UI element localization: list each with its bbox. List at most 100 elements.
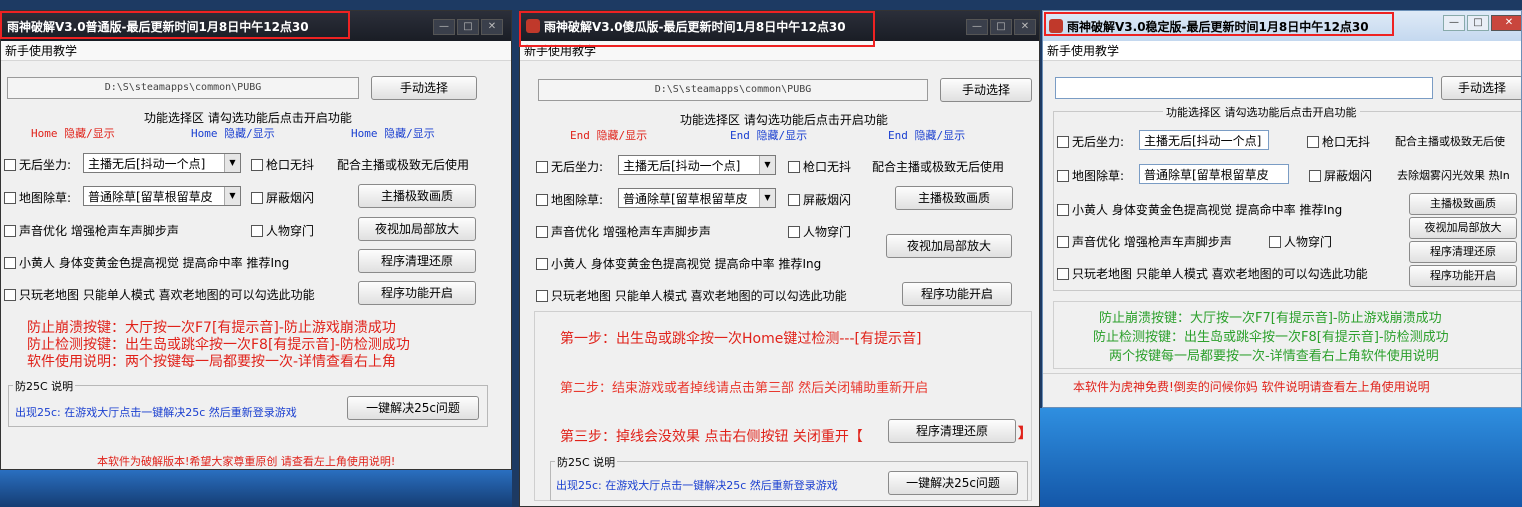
grass-dropdown[interactable]: 普通除草[留草根留草皮 ▼: [83, 186, 241, 206]
menu-tutorial[interactable]: 新手使用教学: [5, 44, 77, 58]
option-old-map[interactable]: 只玩老地图 只能单人模式 喜欢老地图的可以勾选此功能: [536, 287, 847, 304]
option-grass[interactable]: 地图除草:: [4, 189, 71, 206]
option-wallhack[interactable]: 人物穿门: [1269, 233, 1332, 250]
option-no-sway[interactable]: 枪口无抖: [251, 156, 314, 173]
option-sound[interactable]: 声音优化 增强枪声车声脚步声: [536, 223, 711, 240]
checkbox[interactable]: [536, 161, 548, 173]
fix-25c-button[interactable]: 一键解决25c问题: [347, 396, 479, 420]
game-path-field[interactable]: D:\S\steamapps\common\PUBG: [7, 77, 359, 99]
checkbox[interactable]: [536, 258, 548, 270]
restore-button[interactable]: 程序清理还原: [358, 249, 476, 273]
option-no-sway[interactable]: 枪口无抖: [788, 158, 851, 175]
option-no-flash[interactable]: 屏蔽烟闪: [788, 191, 851, 208]
night-vision-button[interactable]: 夜视加局部放大: [886, 234, 1012, 258]
option-wallhack[interactable]: 人物穿门: [251, 222, 314, 239]
step-1: 第一步：出生岛或跳伞按一次Home键过检测---[有提示音]: [560, 331, 922, 347]
recoil-dropdown[interactable]: 主播无后[抖动一个点] ▼: [618, 155, 776, 175]
game-path-field[interactable]: [1055, 77, 1433, 99]
restore-button[interactable]: 程序清理还原: [888, 419, 1016, 443]
step-3-bracket: 】: [1018, 426, 1032, 442]
recoil-dropdown[interactable]: 主播无后[抖动一个点] ▼: [83, 153, 241, 173]
quality-button[interactable]: 主播极致画质: [895, 186, 1013, 210]
checkbox[interactable]: [788, 161, 800, 173]
checkbox[interactable]: [251, 192, 263, 204]
restore-button[interactable]: 程序清理还原: [1409, 241, 1517, 263]
maximize-icon[interactable]: □: [457, 19, 479, 35]
app-icon: [1049, 19, 1063, 33]
option-recoil[interactable]: 无后坐力:: [536, 158, 603, 175]
option-yellow[interactable]: 小黄人 身体变黄金色提高视觉 提高命中率 推荐Ing: [4, 254, 289, 271]
minimize-icon[interactable]: —: [433, 19, 455, 35]
checkbox[interactable]: [4, 225, 16, 237]
option-sound[interactable]: 声音优化 增强枪声车声脚步声: [4, 222, 179, 239]
option-grass[interactable]: 地图除草:: [536, 191, 603, 208]
option-old-map[interactable]: 只玩老地图 只能单人模式 喜欢老地图的可以勾选此功能: [1057, 265, 1368, 282]
recoil-dropdown[interactable]: 主播无后[抖动一个点]: [1139, 130, 1269, 150]
menu-tutorial[interactable]: 新手使用教学: [524, 44, 596, 58]
option-sound[interactable]: 声音优化 增强枪声车声脚步声: [1057, 233, 1232, 250]
quality-button[interactable]: 主播极致画质: [1409, 193, 1517, 215]
desktop-background: [0, 470, 512, 507]
checkbox[interactable]: [1307, 136, 1319, 148]
option-no-flash[interactable]: 屏蔽烟闪: [251, 189, 314, 206]
start-button[interactable]: 程序功能开启: [358, 281, 476, 305]
checkbox[interactable]: [4, 192, 16, 204]
checkbox[interactable]: [4, 159, 16, 171]
checkbox[interactable]: [536, 194, 548, 206]
window-title: 雨神破解V3.0稳定版-最后更新时间1月8日中午12点30: [1067, 19, 1369, 34]
option-no-flash[interactable]: 屏蔽烟闪: [1309, 167, 1372, 184]
night-vision-button[interactable]: 夜视加局部放大: [1409, 217, 1517, 239]
checkbox[interactable]: [251, 225, 263, 237]
close-icon[interactable]: ✕: [481, 19, 503, 35]
manual-select-button[interactable]: 手动选择: [371, 76, 477, 100]
start-button[interactable]: 程序功能开启: [1409, 265, 1517, 287]
desktop-background: [1040, 408, 1522, 507]
checkbox[interactable]: [1057, 268, 1069, 280]
hotkey-label: End 隐藏/显示: [730, 129, 808, 142]
checkbox[interactable]: [1057, 204, 1069, 216]
section-title: 功能选择区 请勾选功能后点击开启功能: [680, 113, 888, 127]
maximize-icon[interactable]: □: [1467, 15, 1489, 31]
fix-25c-button[interactable]: 一键解决25c问题: [888, 471, 1018, 495]
maximize-icon[interactable]: □: [990, 19, 1012, 35]
checkbox[interactable]: [1057, 170, 1069, 182]
quality-button[interactable]: 主播极致画质: [358, 184, 476, 208]
night-vision-button[interactable]: 夜视加局部放大: [358, 217, 476, 241]
manual-select-button[interactable]: 手动选择: [940, 78, 1032, 102]
checkbox[interactable]: [4, 289, 16, 301]
minimize-icon[interactable]: —: [1443, 15, 1465, 31]
checkbox[interactable]: [536, 226, 548, 238]
close-icon[interactable]: ✕: [1014, 19, 1036, 35]
title-bar[interactable]: 雨神破解V3.0傻瓜版-最后更新时间1月8日中午12点30: [520, 11, 1039, 41]
hotkey-label: Home 隐藏/显示: [351, 127, 435, 140]
checkbox[interactable]: [1309, 170, 1321, 182]
option-recoil[interactable]: 无后坐力:: [4, 156, 71, 173]
menu-tutorial[interactable]: 新手使用教学: [1047, 44, 1119, 58]
minimize-icon[interactable]: —: [966, 19, 988, 35]
recoil-note: 配合主播或极致无后使用: [872, 160, 1005, 174]
option-old-map[interactable]: 只玩老地图 只能单人模式 喜欢老地图的可以勾选此功能: [4, 286, 315, 303]
checkbox[interactable]: [788, 226, 800, 238]
start-button[interactable]: 程序功能开启: [902, 282, 1012, 306]
checkbox[interactable]: [1057, 136, 1069, 148]
option-recoil[interactable]: 无后坐力:: [1057, 133, 1124, 150]
option-no-sway[interactable]: 枪口无抖: [1307, 133, 1370, 150]
close-icon[interactable]: ✕: [1491, 15, 1521, 31]
window-title: 雨神破解V3.0普通版-最后更新时间1月8日中午12点30: [7, 19, 309, 34]
game-path-field[interactable]: D:\S\steamapps\common\PUBG: [538, 79, 928, 101]
option-wallhack[interactable]: 人物穿门: [788, 223, 851, 240]
window-normal-edition: 雨神破解V3.0普通版-最后更新时间1月8日中午12点30 — □ ✕ 新手使用…: [0, 10, 512, 470]
checkbox[interactable]: [536, 290, 548, 302]
option-yellow[interactable]: 小黄人 身体变黄金色提高视觉 提高命中率 推荐Ing: [536, 255, 821, 272]
recoil-note: 配合主播或极致无后使用: [337, 158, 470, 172]
checkbox[interactable]: [1057, 236, 1069, 248]
option-yellow[interactable]: 小黄人 身体变黄金色提高视觉 提高命中率 推荐Ing: [1057, 201, 1342, 218]
manual-select-button[interactable]: 手动选择: [1441, 76, 1521, 100]
grass-dropdown[interactable]: 普通除草[留草根留草皮 ▼: [618, 188, 776, 208]
checkbox[interactable]: [251, 159, 263, 171]
grass-dropdown[interactable]: 普通除草[留草根留草皮: [1139, 164, 1289, 184]
checkbox[interactable]: [4, 257, 16, 269]
checkbox[interactable]: [1269, 236, 1281, 248]
checkbox[interactable]: [788, 194, 800, 206]
option-grass[interactable]: 地图除草:: [1057, 167, 1124, 184]
